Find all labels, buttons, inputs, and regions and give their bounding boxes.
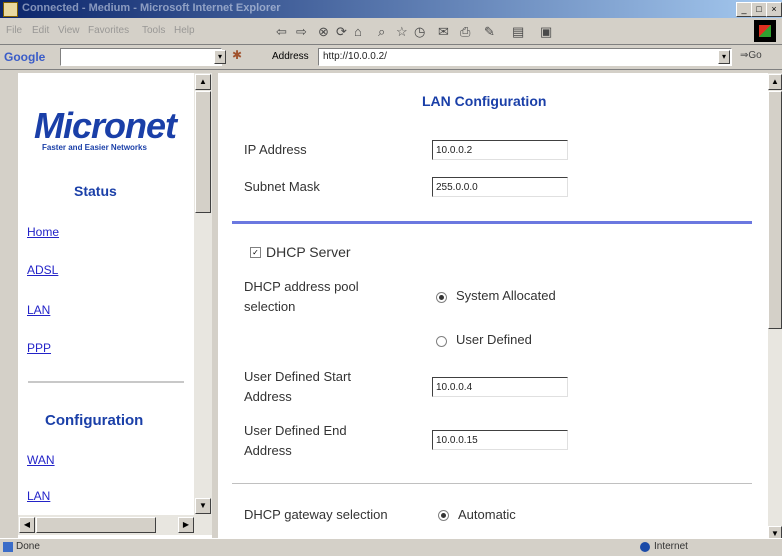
pool-selection-label-line2: selection <box>244 299 296 314</box>
pool-user-defined-label: User Defined <box>456 332 532 347</box>
address-label: Address <box>272 51 309 62</box>
address-input[interactable]: http://10.0.0.2/ <box>318 48 732 66</box>
nav-link-config-lan[interactable]: LAN <box>27 489 50 503</box>
navigation-horizontal-scrollbar[interactable]: ◀ ▶ <box>18 515 212 535</box>
google-search-icon[interactable]: ✱ <box>232 48 242 62</box>
nav-link-home[interactable]: Home <box>27 225 59 239</box>
google-toolbar-label: Google <box>4 50 46 64</box>
scroll-down-icon[interactable]: ▼ <box>195 498 211 514</box>
go-button[interactable]: ⇒Go <box>740 50 762 61</box>
minimize-button[interactable]: _ <box>736 2 752 17</box>
micronet-logo: Micronet <box>34 105 177 146</box>
page-title: LAN Configuration <box>422 93 547 109</box>
horizontal-scroll-thumb[interactable] <box>36 517 156 533</box>
favorites-icon[interactable]: ☆ <box>396 24 408 40</box>
navigation-frame: Micronet Faster and Easier Networks Stat… <box>18 73 212 543</box>
edit-icon[interactable]: ✎ <box>484 24 495 40</box>
subnet-mask-label: Subnet Mask <box>244 179 320 194</box>
content-scroll-thumb[interactable] <box>768 91 782 329</box>
status-text: Done <box>16 541 40 552</box>
security-zone-text: Internet <box>654 541 688 552</box>
start-address-label-line1: User Defined Start <box>244 369 351 384</box>
status-bar: Done Internet <box>0 538 782 556</box>
scroll-left-icon[interactable]: ◀ <box>19 517 35 533</box>
ip-address-input[interactable]: 10.0.0.2 <box>432 140 568 160</box>
home-icon[interactable]: ⌂ <box>354 24 362 39</box>
end-address-label-line2: Address <box>244 443 292 458</box>
window-titlebar: Connected - Medium - Microsoft Internet … <box>0 0 782 18</box>
dhcp-server-checkbox[interactable]: ✓ <box>250 247 261 258</box>
gateway-automatic-radio[interactable] <box>438 510 449 521</box>
menu-toolbar: File Edit View Favorites Tools Help ⇦ ⇨ … <box>0 18 782 45</box>
content-scroll-up-icon[interactable]: ▲ <box>768 74 782 90</box>
status-heading: Status <box>74 183 117 199</box>
nav-link-lan[interactable]: LAN <box>27 303 50 317</box>
refresh-icon[interactable]: ⟳ <box>336 24 347 40</box>
pool-user-defined-radio[interactable] <box>436 336 447 347</box>
menu-favorites[interactable]: Favorites <box>88 25 129 36</box>
window-title: Connected - Medium - Microsoft Internet … <box>22 2 281 14</box>
messenger-icon[interactable]: ▣ <box>540 24 552 40</box>
scroll-thumb[interactable] <box>195 91 211 213</box>
pool-system-allocated-radio[interactable] <box>436 292 447 303</box>
navigation-vertical-scrollbar[interactable]: ▲ ▼ <box>194 73 212 515</box>
logo-tagline: Faster and Easier Networks <box>42 143 147 152</box>
page-done-icon <box>3 542 13 552</box>
configuration-heading: Configuration <box>45 412 144 429</box>
dhcp-server-label: DHCP Server <box>266 244 351 260</box>
address-row: Google ▾ ✱ Address http://10.0.0.2/ ▾ ⇒G… <box>0 45 782 70</box>
section-divider-blue <box>232 221 752 224</box>
close-button[interactable]: × <box>766 2 782 17</box>
nav-link-wan[interactable]: WAN <box>27 453 55 467</box>
end-address-label-line1: User Defined End <box>244 423 347 438</box>
windows-logo-icon <box>754 20 776 42</box>
ip-address-label: IP Address <box>244 142 307 157</box>
section-divider <box>28 381 184 383</box>
subnet-mask-input[interactable]: 255.0.0.0 <box>432 177 568 197</box>
google-search-input[interactable] <box>60 48 222 66</box>
address-dropdown-icon[interactable]: ▾ <box>718 50 730 64</box>
end-address-input[interactable]: 10.0.0.15 <box>432 430 568 450</box>
scroll-right-icon[interactable]: ▶ <box>178 517 194 533</box>
gateway-selection-label: DHCP gateway selection <box>244 507 388 522</box>
print-icon[interactable]: ⎙ <box>460 24 470 40</box>
content-frame: LAN Configuration IP Address 10.0.0.2 Su… <box>218 73 768 543</box>
menu-view[interactable]: View <box>58 25 80 36</box>
menu-help[interactable]: Help <box>174 25 195 36</box>
start-address-label-line2: Address <box>244 389 292 404</box>
scroll-up-icon[interactable]: ▲ <box>195 74 211 90</box>
search-icon[interactable]: ⌕ <box>378 24 385 40</box>
discuss-icon[interactable]: ▤ <box>512 24 524 40</box>
address-value: http://10.0.0.2/ <box>323 51 387 62</box>
stop-icon[interactable]: ⊗ <box>318 24 329 40</box>
google-dropdown-icon[interactable]: ▾ <box>214 50 226 64</box>
section-divider-gray <box>232 483 752 484</box>
nav-link-adsl[interactable]: ADSL <box>27 263 58 277</box>
start-address-input[interactable]: 10.0.0.4 <box>432 377 568 397</box>
mail-icon[interactable]: ✉ <box>438 24 449 40</box>
content-vertical-scrollbar[interactable]: ▲ ▼ <box>768 73 782 543</box>
menu-file[interactable]: File <box>6 25 22 36</box>
gateway-automatic-label: Automatic <box>458 507 516 522</box>
pool-system-allocated-label: System Allocated <box>456 288 556 303</box>
forward-icon[interactable]: ⇨ <box>296 24 307 40</box>
menu-edit[interactable]: Edit <box>32 25 49 36</box>
history-icon[interactable]: ◷ <box>414 24 425 40</box>
nav-link-ppp[interactable]: PPP <box>27 341 51 355</box>
menu-tools[interactable]: Tools <box>142 25 165 36</box>
internet-zone-icon <box>640 542 650 552</box>
pool-selection-label-line1: DHCP address pool <box>244 279 359 294</box>
back-icon[interactable]: ⇦ <box>276 24 287 40</box>
ie-window-icon <box>3 2 18 17</box>
maximize-button[interactable]: □ <box>751 2 767 17</box>
